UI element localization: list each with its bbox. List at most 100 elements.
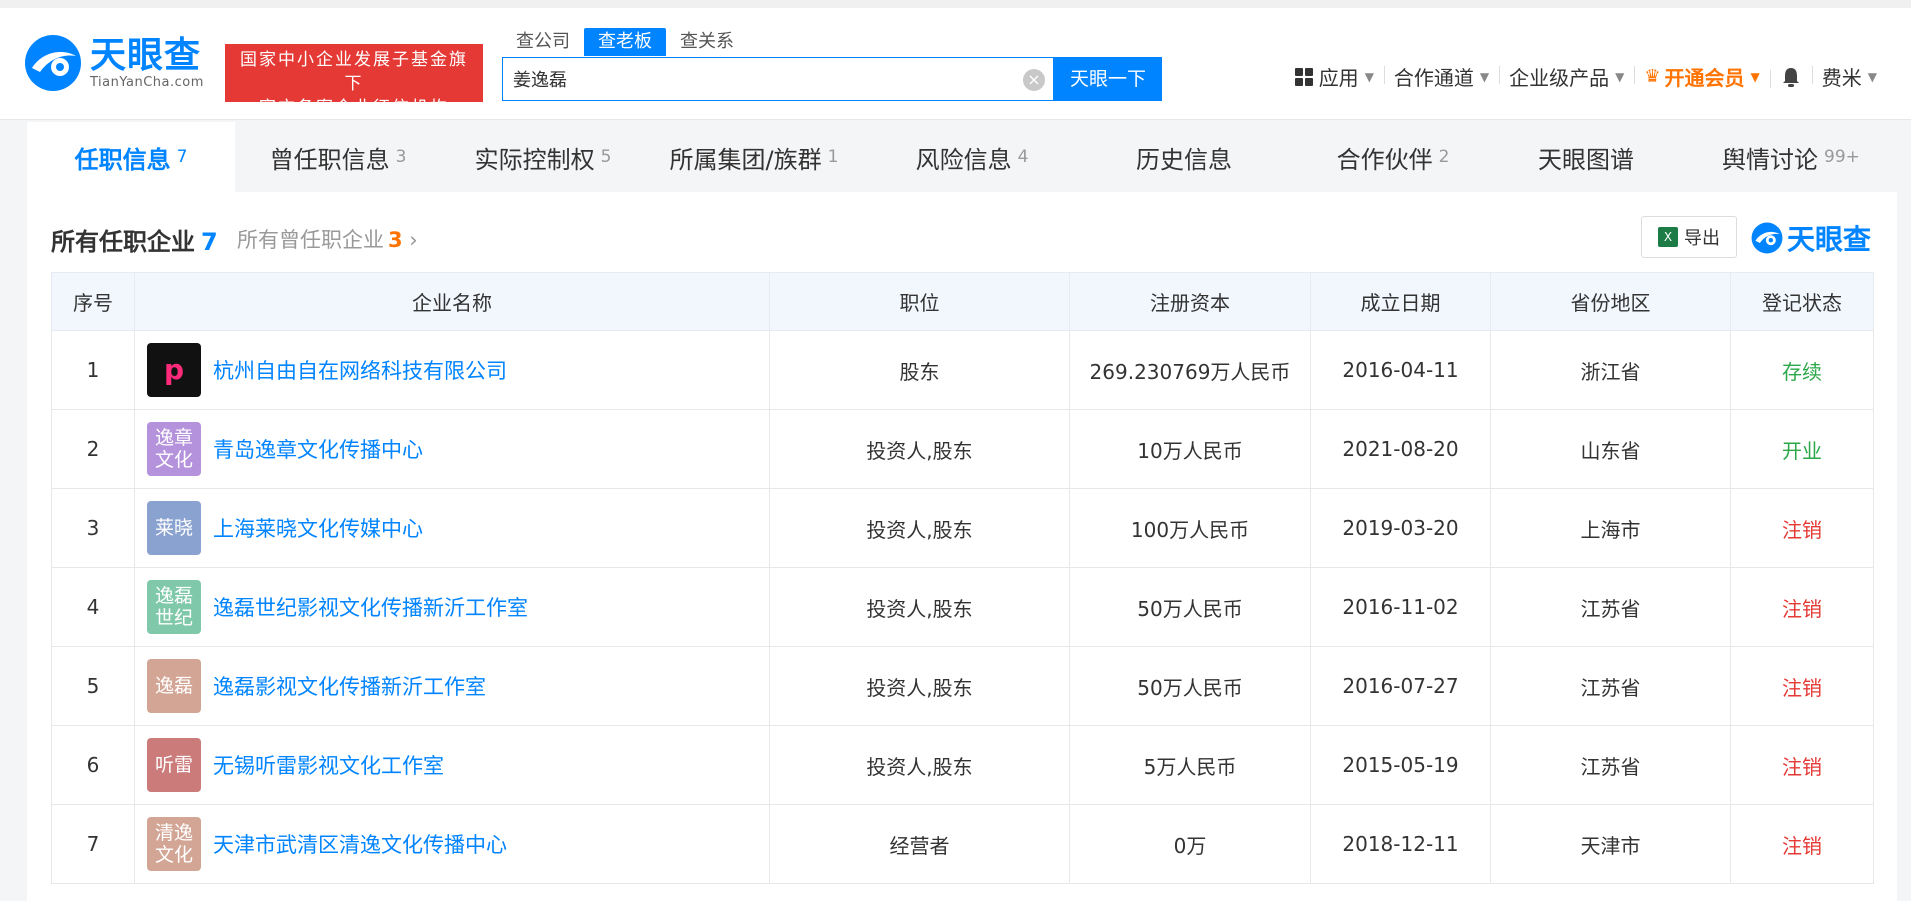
date-cell: 2019-03-20 (1310, 488, 1491, 568)
search-input[interactable] (503, 59, 1003, 99)
region-cell: 江苏省 (1490, 725, 1731, 805)
tab-count: 7 (176, 147, 188, 167)
table-row: 4 逸磊世纪 逸磊世纪影视文化传播新沂工作室 投资人,股东 50万人民币 2016-11-… (51, 567, 1874, 647)
tab-actual-control[interactable]: 实际控制权 5 (441, 122, 645, 192)
export-label: 导出 (1684, 228, 1720, 249)
capital-cell: 50万人民币 (1069, 567, 1311, 647)
tab-label: 任职信息 (74, 145, 171, 174)
excel-icon: X (1658, 227, 1678, 247)
company-logo[interactable]: 逸磊 (147, 659, 201, 713)
company-logo-text: 莱晓 (154, 517, 193, 539)
company-cell: 逸磊 逸磊影视文化传播新沂工作室 (134, 646, 770, 726)
status-badge: 开业 (1730, 409, 1874, 489)
company-name-link[interactable]: 上海莱晓文化传媒中心 (213, 513, 423, 543)
position-cell: 经营者 (769, 804, 1070, 884)
position-cell: 投资人,股东 (769, 488, 1070, 568)
nav-vip[interactable]: ♛ 开通会员 ▼ (1634, 62, 1769, 91)
top-header: 天眼查 TianYanCha.com 国家中小企业发展子基金旗下 官方备案企业征… (0, 0, 1911, 120)
company-name-link[interactable]: 无锡听雷影视文化工作室 (213, 750, 444, 780)
region-cell: 江苏省 (1490, 567, 1731, 647)
company-name-link[interactable]: 天津市武清区清逸文化传播中心 (213, 829, 507, 859)
tab-past-positions[interactable]: 曾任职信息 3 (235, 122, 441, 192)
chevron-down-icon: ▼ (1867, 69, 1877, 84)
position-cell: 投资人,股东 (769, 725, 1070, 805)
tab-count: 5 (600, 147, 612, 167)
status-badge: 注销 (1730, 567, 1874, 647)
company-name-link[interactable]: 逸磊世纪影视文化传播新沂工作室 (213, 592, 528, 622)
capital-cell: 5万人民币 (1069, 725, 1311, 805)
apps-grid-icon (1294, 67, 1313, 86)
chevron-down-icon: ▼ (1750, 69, 1760, 84)
search-tab-company[interactable]: 查公司 (502, 28, 584, 56)
export-button[interactable]: X 导出 (1641, 216, 1737, 258)
search-tab-boss[interactable]: 查老板 (584, 28, 666, 56)
crown-icon: ♛ (1644, 66, 1661, 87)
tab-count: 99+ (1824, 147, 1860, 167)
section-title-label: 所有任职企业 (51, 228, 195, 256)
nav-channel[interactable]: 合作通道 ▼ (1383, 62, 1499, 91)
tab-label: 历史信息 (1136, 145, 1232, 174)
bell-icon (1782, 67, 1799, 87)
capital-cell: 50万人民币 (1069, 646, 1311, 726)
tianyancha-logo-icon (1751, 222, 1783, 254)
badge-line-2: 官方备案企业征信机构 (259, 98, 449, 118)
col-header-status: 登记状态 (1730, 272, 1874, 331)
watermark-label: 天眼查 (1786, 223, 1871, 256)
status-badge: 注销 (1730, 725, 1874, 805)
past-positions-link[interactable]: 所有曾任职企业 3 › (237, 224, 418, 254)
row-number: 1 (51, 330, 135, 410)
search-tab-relation[interactable]: 查关系 (666, 28, 748, 56)
tab-count: 2 (1438, 147, 1450, 167)
company-logo[interactable]: p (147, 343, 201, 397)
tab-group[interactable]: 所属集团/族群 1 (645, 122, 863, 192)
tab-label: 舆情讨论 (1722, 145, 1819, 174)
tab-history[interactable]: 历史信息 (1081, 122, 1293, 192)
nav-user[interactable]: 费米 ▼ (1811, 62, 1887, 91)
date-cell: 2016-11-02 (1310, 567, 1491, 647)
positions-card: 所有任职企业 7 所有曾任职企业 3 › X 导出 天眼查 序号 企业名称 职位 注… (27, 192, 1897, 901)
nav-notifications[interactable] (1769, 66, 1812, 88)
company-name-link[interactable]: 青岛逸章文化传播中心 (213, 434, 423, 464)
region-cell: 天津市 (1490, 804, 1731, 884)
company-cell: p 杭州自由自在网络科技有限公司 (134, 330, 770, 410)
company-cell: 逸磊世纪 逸磊世纪影视文化传播新沂工作室 (134, 567, 770, 647)
logo-domain: TianYanCha.com (90, 74, 204, 90)
tab-label: 所属集团/族群 (669, 145, 822, 174)
nav-channel-label: 合作通道 (1393, 66, 1474, 90)
nav-enterprise[interactable]: 企业级产品 ▼ (1499, 62, 1634, 91)
col-header-position: 职位 (769, 272, 1070, 331)
search-button[interactable]: 天眼一下 (1054, 57, 1162, 101)
table-row: 5 逸磊 逸磊影视文化传播新沂工作室 投资人,股东 50万人民币 2016-07-27 江苏… (51, 646, 1874, 726)
tab-public-opinion[interactable]: 舆情讨论 99+ (1685, 122, 1897, 192)
company-logo[interactable]: 清逸文化 (147, 817, 201, 871)
company-name-link[interactable]: 逸磊影视文化传播新沂工作室 (213, 671, 486, 701)
tab-partners[interactable]: 合作伙伴 2 (1293, 122, 1493, 192)
clear-icon[interactable]: × (1023, 69, 1045, 91)
company-logo[interactable]: 逸磊世纪 (147, 580, 201, 634)
col-header-capital: 注册资本 (1069, 272, 1311, 331)
site-logo[interactable]: 天眼查 TianYanCha.com (24, 34, 204, 92)
search-type-tabs: 查公司 查老板 查关系 (502, 28, 748, 56)
company-logo-text: p (163, 353, 185, 386)
section-title-count: 7 (201, 228, 218, 256)
status-badge: 注销 (1730, 646, 1874, 726)
chevron-down-icon: ▼ (1479, 69, 1490, 84)
tab-current-positions[interactable]: 任职信息 7 (27, 122, 235, 192)
col-header-region: 省份地区 (1490, 272, 1731, 331)
date-cell: 2015-05-19 (1310, 725, 1491, 805)
company-logo[interactable]: 听雷 (147, 738, 201, 792)
tab-risk[interactable]: 风险信息 4 (863, 122, 1081, 192)
chevron-down-icon: ▼ (1364, 69, 1374, 84)
capital-cell: 0万 (1069, 804, 1311, 884)
tab-graph[interactable]: 天眼图谱 (1493, 122, 1685, 192)
logo-title: 天眼查 (90, 34, 202, 76)
company-name-link[interactable]: 杭州自由自在网络科技有限公司 (213, 355, 507, 385)
position-cell: 股东 (769, 330, 1070, 410)
company-logo[interactable]: 莱晓 (147, 501, 201, 555)
positions-table: 序号 企业名称 职位 注册资本 成立日期 省份地区 登记状态 1 p 杭州自由自在网… (51, 272, 1874, 884)
nav-apps[interactable]: 应用 ▼ (1285, 62, 1384, 91)
company-cell: 逸章文化 青岛逸章文化传播中心 (134, 409, 770, 489)
tab-label: 合作伙伴 (1336, 145, 1433, 174)
company-logo[interactable]: 逸章文化 (147, 422, 201, 476)
position-cell: 投资人,股东 (769, 646, 1070, 726)
